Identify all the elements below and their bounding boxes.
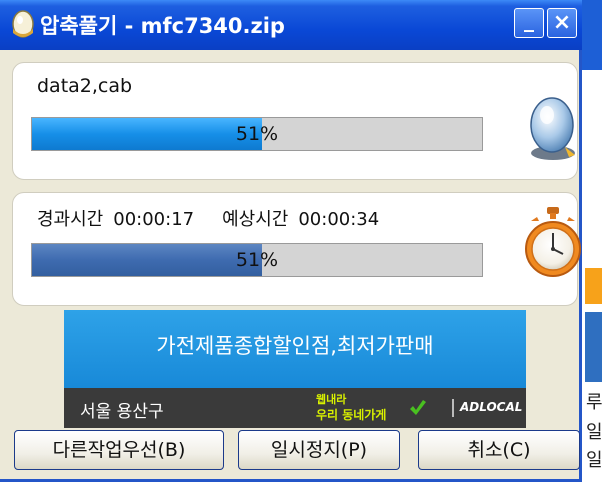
current-file-label: data2,cab [37, 75, 133, 97]
egg-app-icon [12, 10, 34, 38]
checkmark-leaf-icon [410, 400, 426, 415]
background-text: 일 [586, 450, 602, 471]
minimize-button[interactable]: _ [514, 8, 544, 38]
close-icon: × [552, 10, 572, 35]
total-progress-bar: 51% [31, 243, 483, 277]
ad-headline[interactable]: 가전제품종합할인점,최저가판매 [64, 330, 526, 360]
elapsed-value: 00:00:17 [113, 209, 195, 230]
cancel-button[interactable]: 취소(C) [418, 430, 580, 470]
ad-headline-area[interactable]: 가전제품종합할인점,최저가판매 [64, 310, 526, 388]
ad-divider [452, 399, 454, 417]
time-progress-panel: 경과시간 00:00:17 예상시간 00:00:34 51% [12, 192, 581, 306]
background-window-header [582, 0, 602, 70]
ad-network-logo: ADLOCAL [460, 400, 523, 414]
remaining-value: 00:00:34 [298, 209, 380, 230]
disc-drive-icon [530, 97, 575, 160]
file-progress-panel: data2,cab 51% [12, 62, 578, 180]
ad-footer[interactable]: 서울 용산구 웹내라 우리 동네가게 ADLOCAL [64, 388, 526, 428]
extract-dialog: 압축풀기 - mfc7340.zip _ × data2,cab 51% 경과시… [0, 0, 582, 482]
minimize-icon: _ [524, 8, 534, 32]
file-progress-text: 51% [235, 123, 279, 145]
ad-location: 서울 용산구 [80, 402, 164, 422]
stopwatch-icon [525, 207, 581, 277]
close-button[interactable]: × [547, 8, 577, 38]
ad-brand-name: 웹내라 [316, 393, 347, 406]
dialog-body: data2,cab 51% 경과시간 00:00:17 예상시간 00:00:3… [4, 50, 581, 479]
background-window [582, 0, 602, 489]
background-text: 일 [586, 422, 602, 443]
remaining-label: 예상시간 [222, 209, 289, 230]
advertisement-banner[interactable]: 가전제품종합할인점,최저가판매 서울 용산구 웹내라 우리 동네가게 ADLOC… [64, 310, 526, 428]
time-info: 경과시간 00:00:17 예상시간 00:00:34 [37, 205, 389, 231]
background-orange-block [585, 268, 602, 304]
title-bar[interactable]: 압축풀기 - mfc7340.zip _ × [0, 0, 582, 50]
background-text: 루 [586, 392, 602, 413]
total-progress-text: 51% [235, 249, 279, 271]
ad-brand-slogan: 우리 동네가게 [316, 408, 387, 422]
elapsed-label: 경과시간 [37, 209, 104, 230]
background-priority-button[interactable]: 다른작업우선(B) [14, 430, 224, 470]
background-blue-block [585, 312, 602, 382]
window-title: 압축풀기 - mfc7340.zip [40, 14, 285, 38]
file-progress-bar: 51% [31, 117, 483, 151]
pause-button[interactable]: 일시정지(P) [238, 430, 400, 470]
